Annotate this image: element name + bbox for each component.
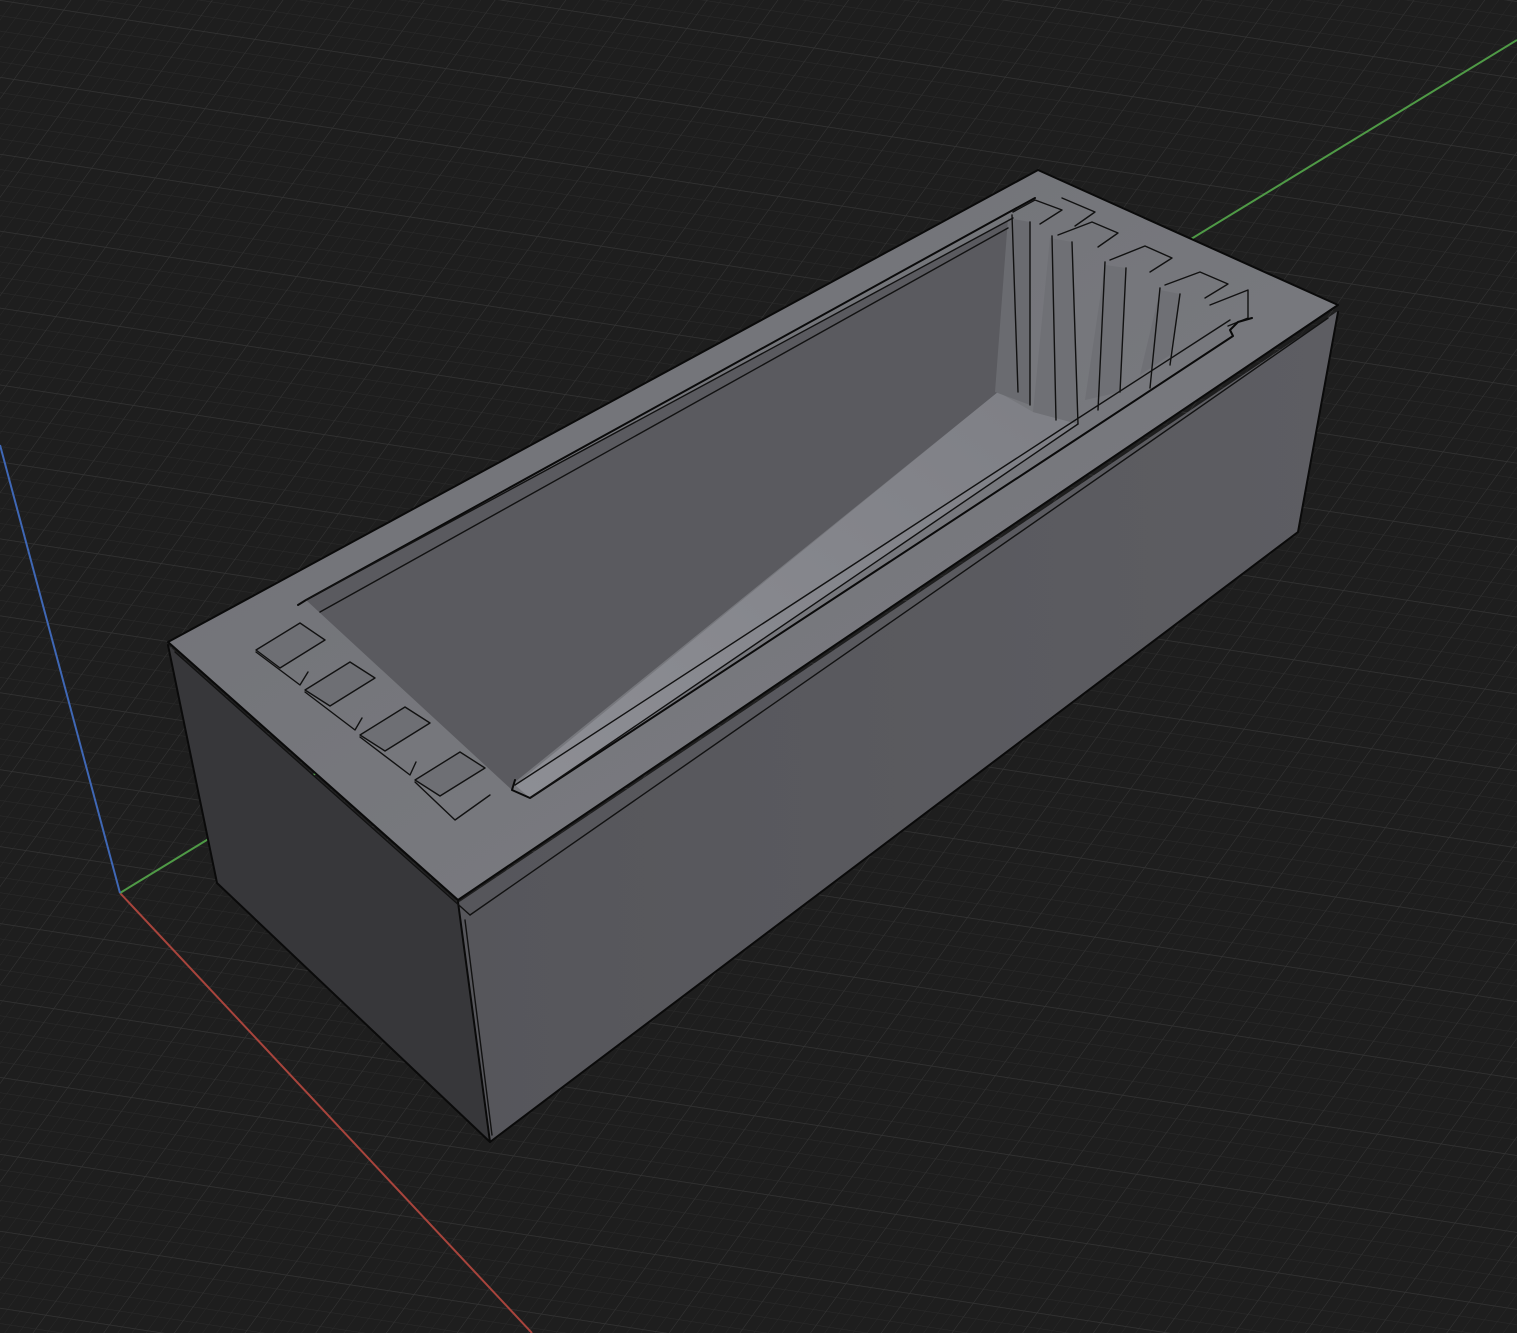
3d-viewport[interactable] bbox=[0, 0, 1517, 1333]
viewport-canvas[interactable] bbox=[0, 0, 1517, 1333]
